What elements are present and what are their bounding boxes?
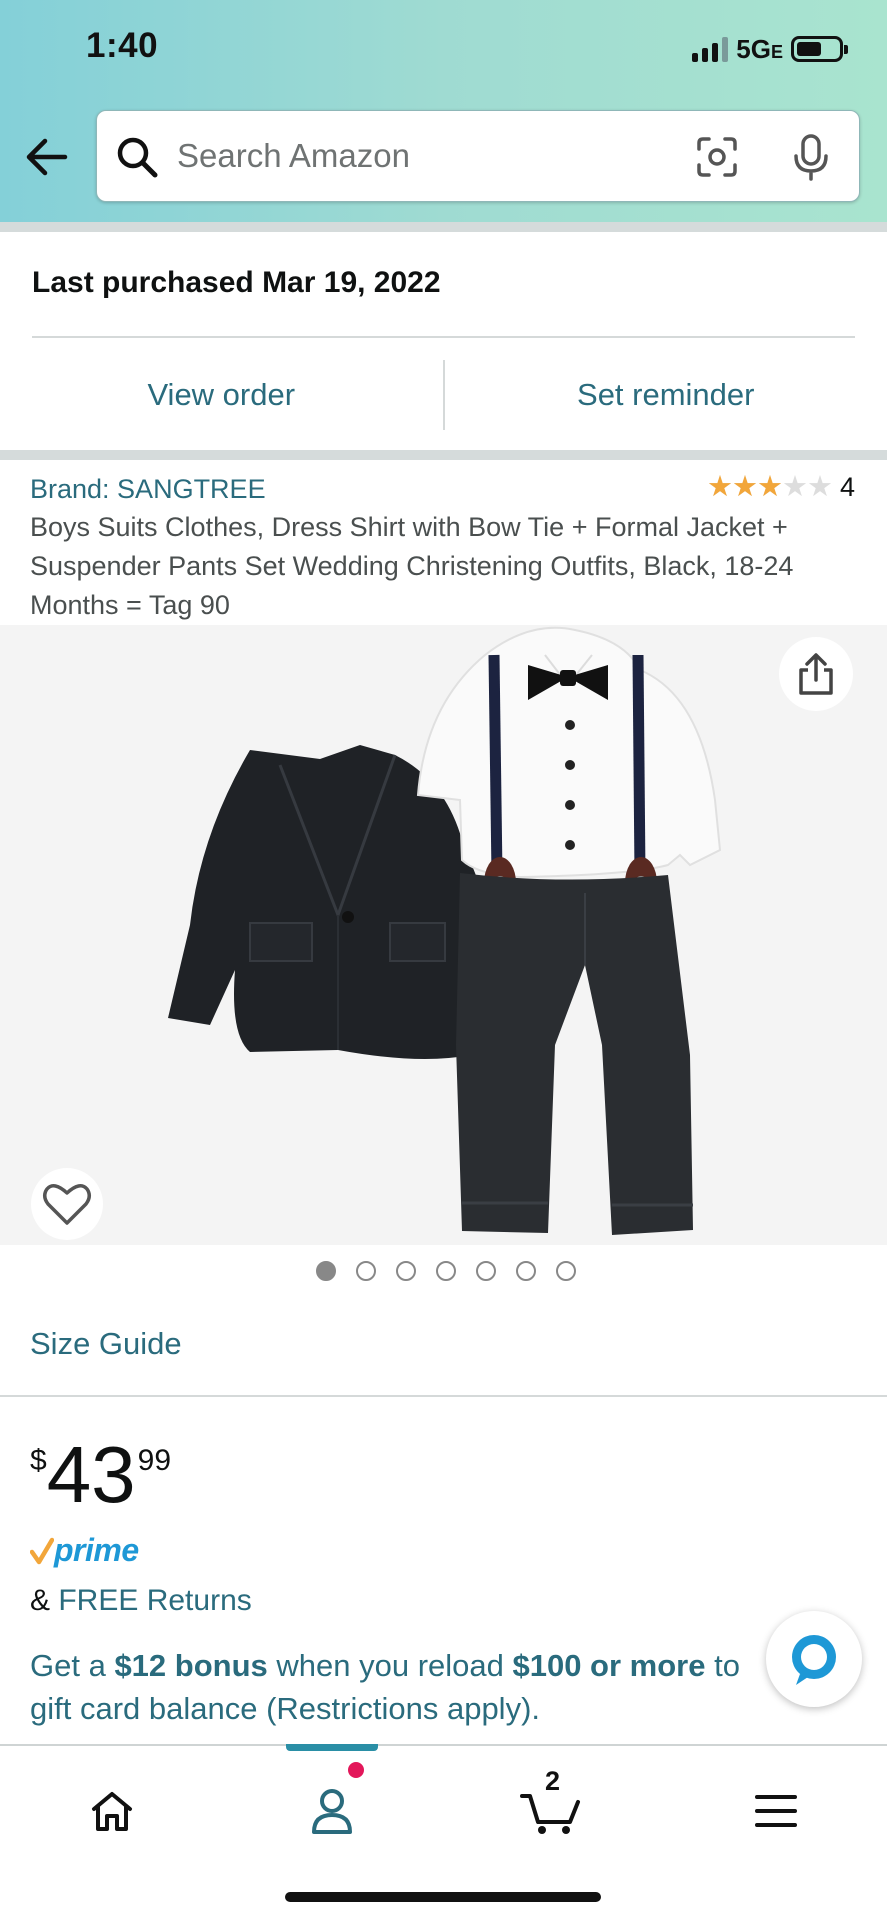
free-returns-link[interactable]: FREE Returns (58, 1584, 251, 1617)
back-arrow-icon[interactable] (22, 132, 72, 182)
price-whole: 43 (46, 1430, 136, 1519)
account-icon[interactable] (292, 1776, 372, 1846)
image-pager[interactable] (0, 1261, 887, 1281)
pager-dot[interactable] (315, 1261, 336, 1281)
prime-check-icon (30, 1537, 54, 1564)
microphone-icon[interactable] (789, 133, 833, 181)
pager-dot[interactable] (475, 1261, 496, 1281)
search-bar[interactable] (96, 110, 860, 202)
section-divider (0, 450, 887, 460)
gift-card-promo[interactable]: Get a $12 bonus when you reload $100 or … (30, 1644, 770, 1730)
product-image[interactable] (0, 625, 887, 1245)
divider (0, 1395, 887, 1397)
home-indicator[interactable] (285, 1892, 601, 1902)
pager-dot[interactable] (395, 1261, 416, 1281)
prime-badge[interactable]: prime (30, 1532, 139, 1569)
price: $ 43 99 (30, 1432, 171, 1518)
signal-icon (692, 36, 729, 62)
rating-count: 4 (839, 472, 855, 502)
view-order-link[interactable]: View order (0, 350, 443, 440)
set-reminder-link[interactable]: Set reminder (445, 350, 887, 440)
pager-dot[interactable] (435, 1261, 456, 1281)
pants-illustration (456, 873, 693, 1235)
promo-amount: $100 or more (512, 1648, 706, 1683)
alexa-icon[interactable] (766, 1611, 862, 1707)
network-type: 5GE (736, 33, 783, 64)
share-icon[interactable] (779, 637, 853, 711)
brand-link[interactable]: Brand: SANGTREE (30, 474, 266, 505)
promo-bonus: $12 bonus (114, 1648, 268, 1683)
notification-badge (348, 1762, 364, 1778)
product-title: Boys Suits Clothes, Dress Shirt with Bow… (30, 512, 794, 620)
menu-icon[interactable] (736, 1776, 816, 1846)
status-time: 1:40 (86, 26, 159, 65)
size-guide-link[interactable]: Size Guide (30, 1326, 182, 1362)
section-divider (0, 222, 887, 232)
pager-dot[interactable] (355, 1261, 376, 1281)
cart-count: 2 (545, 1766, 561, 1796)
price-currency: $ (30, 1444, 47, 1477)
pager-dot[interactable] (515, 1261, 536, 1281)
star-rating-icon: ★★★★★★★★★★ (706, 471, 833, 503)
promo-text: to (705, 1648, 740, 1683)
search-icon[interactable] (115, 135, 159, 179)
status-indicators: 5GE (692, 33, 848, 64)
pager-dot[interactable] (555, 1261, 576, 1281)
free-returns: & FREE Returns (30, 1584, 252, 1618)
search-input[interactable] (177, 131, 657, 181)
header: 1:40 5GE (0, 0, 887, 222)
prime-label: prime (54, 1532, 139, 1568)
promo-text: when you reload (267, 1648, 513, 1683)
order-actions: View order Set reminder (0, 350, 887, 440)
home-icon[interactable] (72, 1776, 152, 1846)
divider (32, 336, 855, 338)
returns-prefix: & (30, 1584, 51, 1617)
promo-text: gift card balance (Restrictions apply). (30, 1691, 541, 1726)
price-fraction: 99 (137, 1444, 172, 1477)
camera-scan-icon[interactable] (695, 135, 739, 179)
battery-icon (791, 36, 848, 62)
promo-text: Get a (30, 1648, 115, 1683)
last-purchased-label: Last purchased Mar 19, 2022 (32, 266, 441, 299)
heart-icon[interactable] (31, 1168, 103, 1240)
rating-summary[interactable]: ★★★★★★★★★★ 4 (707, 472, 855, 503)
nav-active-indicator (286, 1744, 378, 1751)
